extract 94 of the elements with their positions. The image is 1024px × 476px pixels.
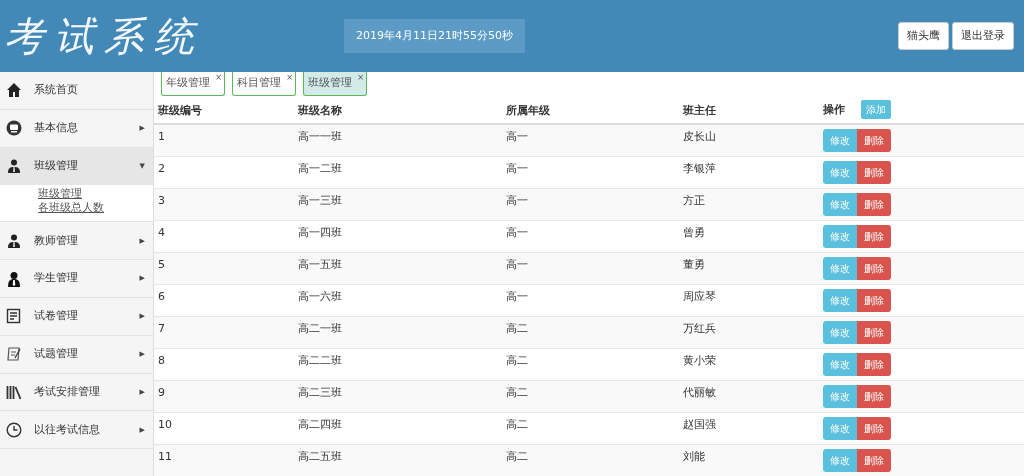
delete-button[interactable]: 删除 [857, 161, 891, 184]
delete-button[interactable]: 删除 [857, 289, 891, 312]
edit-button[interactable]: 修改 [823, 353, 857, 376]
edit-button[interactable]: 修改 [823, 129, 857, 152]
close-icon[interactable]: × [357, 72, 364, 84]
table-cell: 高一六班 [298, 290, 342, 303]
table-cell: 高二一班 [298, 322, 342, 335]
monitor-icon [6, 120, 22, 137]
logout-button[interactable]: 退出登录 [952, 21, 1014, 51]
person-icon [6, 158, 22, 175]
table-cell: 万红兵 [683, 322, 716, 335]
delete-button[interactable]: 删除 [857, 449, 891, 472]
submenu-item[interactable]: 各班级总人数 [38, 201, 153, 216]
table-cell: 刘能 [683, 450, 705, 463]
clock-icon [6, 421, 22, 438]
edit-button[interactable]: 修改 [823, 417, 857, 440]
table-cell: 高二 [506, 418, 528, 431]
document-icon [6, 308, 22, 325]
tab[interactable]: 年级管理 × [161, 72, 225, 96]
table-cell: 高一四班 [298, 226, 342, 239]
table-cell: 皮长山 [683, 130, 716, 143]
column-header: 班级名称 [298, 103, 342, 117]
tab[interactable]: 科目管理 × [232, 72, 296, 96]
paper-pen-icon [6, 346, 22, 363]
home-icon [6, 82, 22, 99]
column-header: 班主任 [683, 103, 716, 117]
edit-button[interactable]: 修改 [823, 161, 857, 184]
table-cell: 高一 [506, 226, 528, 239]
column-header: 操作 [823, 103, 845, 116]
edit-button[interactable]: 修改 [823, 449, 857, 472]
table-cell: 2 [158, 162, 165, 175]
datetime-label: 2019年4月11日21时55分50秒 [344, 18, 525, 54]
table-cell: 高二 [506, 322, 528, 335]
edit-button[interactable]: 修改 [823, 289, 857, 312]
close-icon[interactable]: × [215, 72, 222, 84]
close-icon[interactable]: × [286, 72, 293, 84]
delete-button[interactable]: 删除 [857, 225, 891, 248]
table-cell: 高二 [506, 354, 528, 367]
table-cell: 高一 [506, 258, 528, 271]
tab[interactable]: 班级管理 × [303, 72, 367, 96]
sidebar-item[interactable]: 系统首页 [0, 72, 153, 110]
delete-button[interactable]: 删除 [857, 257, 891, 280]
table-cell: 高一 [506, 162, 528, 175]
table-cell: 方正 [683, 194, 705, 207]
books-icon [6, 383, 22, 400]
table-cell: 10 [158, 418, 172, 431]
edit-button[interactable]: 修改 [823, 193, 857, 216]
table-cell: 周应琴 [683, 290, 716, 303]
table-cell: 5 [158, 258, 165, 271]
table-cell: 9 [158, 386, 165, 399]
table-cell: 11 [158, 450, 172, 463]
app-title: 考试系统 [4, 12, 205, 61]
person-icon [6, 232, 22, 249]
table-cell: 高一二班 [298, 162, 342, 175]
table-cell: 高二 [506, 450, 528, 463]
edit-button[interactable]: 修改 [823, 321, 857, 344]
delete-button[interactable]: 删除 [857, 193, 891, 216]
delete-button[interactable]: 删除 [857, 353, 891, 376]
delete-button[interactable]: 删除 [857, 417, 891, 440]
table-cell: 7 [158, 322, 165, 335]
table-cell: 高二五班 [298, 450, 342, 463]
table-cell: 高一一班 [298, 130, 342, 143]
table-cell: 高一三班 [298, 194, 342, 207]
table-cell: 高一 [506, 130, 528, 143]
table-cell: 黄小荣 [683, 354, 716, 367]
table-cell: 高一五班 [298, 258, 342, 271]
add-button[interactable]: 添加 [861, 100, 891, 119]
edit-button[interactable]: 修改 [823, 385, 857, 408]
table-cell: 1 [158, 130, 165, 143]
table-cell: 8 [158, 354, 165, 367]
table-cell: 高一 [506, 194, 528, 207]
table-cell: 3 [158, 194, 165, 207]
table-cell: 赵国强 [683, 418, 716, 431]
table-cell: 高二四班 [298, 418, 342, 431]
table-cell: 高一 [506, 290, 528, 303]
edit-button[interactable]: 修改 [823, 225, 857, 248]
person-icon [6, 270, 22, 287]
table-cell: 高二 [506, 386, 528, 399]
submenu-item[interactable]: 班级管理 [38, 187, 153, 202]
user-button[interactable]: 猫头鹰 [898, 21, 950, 51]
delete-button[interactable]: 删除 [857, 321, 891, 344]
table-cell: 高二三班 [298, 386, 342, 399]
table-cell: 高二二班 [298, 354, 342, 367]
table-cell: 董勇 [683, 258, 705, 271]
table-cell: 李银萍 [683, 162, 716, 175]
column-header: 所属年级 [506, 103, 550, 117]
edit-button[interactable]: 修改 [823, 257, 857, 280]
table-cell: 6 [158, 290, 165, 303]
delete-button[interactable]: 删除 [857, 129, 891, 152]
delete-button[interactable]: 删除 [857, 385, 891, 408]
column-header: 班级编号 [158, 103, 202, 117]
table-cell: 4 [158, 226, 165, 239]
table-cell: 代丽敏 [683, 386, 716, 399]
table-cell: 曾勇 [683, 226, 705, 239]
